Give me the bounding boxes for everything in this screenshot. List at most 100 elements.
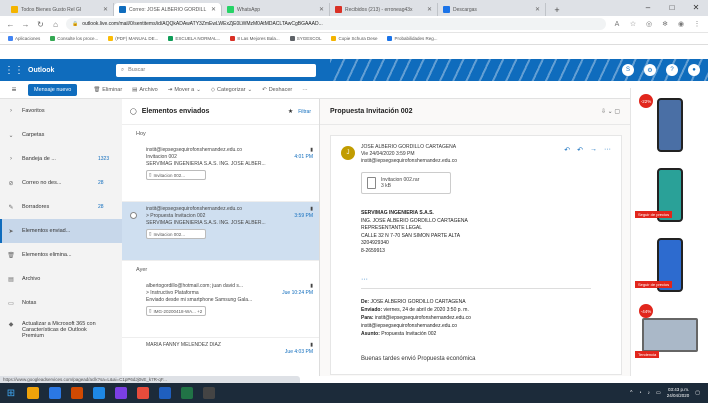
back-icon[interactable]: ← (6, 20, 15, 29)
message-item[interactable]: instit@iepsegsequirofonshernandez.edu.co… (122, 202, 319, 261)
folder-item[interactable]: ▤ Archivo (0, 267, 122, 291)
more-icon[interactable]: ··· (604, 146, 611, 154)
bookmark-item[interactable]: SYGESCOL (289, 36, 321, 41)
folder-item[interactable]: ⊘ Correo no des... 28 (0, 171, 122, 195)
profile-icon[interactable]: ◉ (676, 20, 686, 28)
taskbar-app-icon[interactable] (22, 383, 44, 403)
message-item[interactable]: instit@iepsegsequirofonshernandez.edu.co… (122, 143, 319, 202)
menu-dots-icon[interactable]: ⋮ (692, 20, 702, 28)
pin-icon[interactable]: ▮ (310, 342, 313, 349)
recipient[interactable]: instit@iepsegsequirofonshernandez.edu.co (361, 158, 457, 165)
skype-icon[interactable]: S (622, 64, 634, 76)
attachment-chip[interactable]: ▯ Invitacion 002... (146, 170, 206, 180)
settings-icon[interactable]: ⚙ (644, 64, 656, 76)
folder-item[interactable]: › Favoritos (0, 99, 122, 123)
folder-item[interactable]: 🗑 Elementos elimina... (0, 243, 122, 267)
app-launcher-icon[interactable]: ⋮⋮ (0, 65, 28, 76)
wifi-icon[interactable]: ◔ (638, 390, 641, 396)
new-message-button[interactable]: Mensaje nuevo (28, 83, 78, 96)
browser-tab[interactable]: Todos Bienes Gusto Rel GI ✕ (6, 3, 114, 16)
taskbar-app-icon[interactable] (88, 383, 110, 403)
filter-button[interactable]: Filtrar (298, 109, 311, 115)
clock[interactable]: 03:43 p.m. 24/04/2020 (667, 387, 690, 399)
reply-all-icon[interactable]: ↶ (577, 146, 583, 154)
attachment-chip[interactable]: ▯ Invitacion 002... (146, 229, 206, 239)
favorite-star-icon[interactable]: ★ (288, 108, 293, 115)
battery-icon[interactable]: ▭ (656, 390, 661, 396)
maximize-icon[interactable]: □ (660, 0, 684, 16)
bookmark-item[interactable]: Probabilidades Reg... (387, 36, 438, 41)
reload-icon[interactable]: ↻ (36, 20, 45, 29)
help-icon[interactable]: ? (666, 64, 678, 76)
folder-item[interactable]: ▭ Notas (0, 291, 122, 315)
minimize-icon[interactable]: – (636, 0, 660, 16)
message-item[interactable]: albertogordillo@hotmail.com; juan david … (122, 279, 319, 338)
home-icon[interactable]: ⌂ (51, 20, 60, 29)
notifications-icon[interactable]: ▢ (695, 390, 700, 396)
new-tab-icon[interactable]: + (550, 4, 564, 16)
windows-start-icon[interactable]: ⊞ (0, 383, 22, 403)
archive-button[interactable]: ▤ Archivo (132, 87, 158, 93)
move-to-button[interactable]: ⇥ Mover a ⌄ (168, 87, 201, 93)
tray-chevron-icon[interactable]: ^ (630, 390, 632, 396)
close-tab-icon[interactable]: ✕ (427, 6, 432, 13)
taskbar-app-icon[interactable] (66, 383, 88, 403)
reading-actions-icon[interactable]: ⇩ ⌄ ▢ (601, 108, 620, 115)
folder-item[interactable]: ◆ Actualizar a Microsoft 365 con Caracter… (0, 315, 122, 359)
taskbar-app-icon[interactable] (198, 383, 220, 403)
select-checkbox[interactable] (130, 212, 137, 219)
categorize-button[interactable]: ◇ Categorizar ⌄ (211, 87, 252, 93)
delete-button[interactable]: 🗑 Eliminar (93, 87, 122, 93)
ad-item[interactable]: Seguir de precios (635, 162, 702, 228)
browser-tab[interactable]: WhatsApp ✕ (222, 3, 330, 16)
bookmark-item[interactable]: Copie Schura Dese (331, 36, 377, 41)
search-input[interactable]: ⌕ Buscar (116, 63, 316, 77)
bookmark-item[interactable]: ESCUELA NORMAL... (168, 36, 220, 41)
taskbar-app-icon[interactable] (44, 383, 66, 403)
folder-item[interactable]: ⌄ Carpetas (0, 123, 122, 147)
select-all-icon[interactable]: ◯ (130, 108, 137, 115)
bookmark-item[interactable]: 8 Las Mejores Bala... (230, 36, 280, 41)
account-avatar-icon[interactable]: ● (688, 64, 700, 76)
taskbar-app-icon[interactable] (132, 383, 154, 403)
browser-tab[interactable]: Descargas ✕ (438, 3, 546, 16)
extension-icon[interactable]: ◎ (644, 20, 654, 28)
undo-button[interactable]: ↶ Deshacer (262, 87, 292, 93)
bookmark-item[interactable]: Consulte los proce... (50, 36, 98, 41)
more-commands-button[interactable]: ··· (302, 87, 308, 93)
browser-tab[interactable]: Recibidos (213) - erroneag43x ✕ (330, 3, 438, 16)
bookmark-item[interactable]: Aplicaciones (8, 36, 40, 41)
close-tab-icon[interactable]: ✕ (211, 6, 216, 13)
ad-item[interactable]: -22% (637, 92, 702, 158)
attachment-card[interactable]: Invitacion 002.rar 3 kB (361, 172, 451, 194)
taskbar-app-icon[interactable] (154, 383, 176, 403)
folder-item[interactable]: › Bandeja de ... 1323 (0, 147, 122, 171)
forward-icon[interactable]: → (590, 146, 597, 154)
close-tab-icon[interactable]: ✕ (535, 6, 540, 13)
outlook-brand[interactable]: Outlook (28, 67, 116, 74)
taskbar-app-icon[interactable] (176, 383, 198, 403)
extension-icon[interactable]: ❄ (660, 20, 670, 28)
translate-icon[interactable]: A (612, 21, 622, 28)
ad-item[interactable]: Seguir de precios (635, 232, 702, 298)
pin-icon[interactable]: ▮ (310, 147, 313, 154)
forward-icon[interactable]: → (21, 20, 30, 29)
bookmark-item[interactable]: (PDF) MANUAL DE... (108, 36, 158, 41)
bookmark-star-icon[interactable]: ☆ (628, 20, 638, 28)
sender-name[interactable]: JOSE ALBERIO GORDILLO CARTAGENA (361, 144, 457, 151)
attachment-chip[interactable]: ▯ IMG-20200418-WA... +2 (146, 306, 206, 316)
close-tab-icon[interactable]: ✕ (103, 6, 108, 13)
ad-item[interactable]: -44% Tendencia (635, 302, 702, 368)
taskbar-app-icon[interactable] (110, 383, 132, 403)
folder-item[interactable]: ✎ Borradores 28 (0, 195, 122, 219)
url-field[interactable]: 🔒 outlook.live.com/mail/0/sentitems/id/A… (66, 18, 606, 30)
hamburger-menu-icon[interactable]: ≡ (0, 85, 28, 94)
close-window-icon[interactable]: ✕ (684, 0, 708, 16)
pin-icon[interactable]: ▮ (310, 206, 313, 213)
close-tab-icon[interactable]: ✕ (319, 6, 324, 13)
browser-tab[interactable]: Correo: JOSE ALBERIO GORDILL ✕ (114, 3, 222, 16)
folder-item[interactable]: ➤ Elementos enviad... (0, 219, 122, 243)
pin-icon[interactable]: ▮ (310, 283, 313, 290)
volume-icon[interactable]: ♪ (648, 390, 651, 396)
reply-icon[interactable]: ↶ (564, 146, 570, 154)
